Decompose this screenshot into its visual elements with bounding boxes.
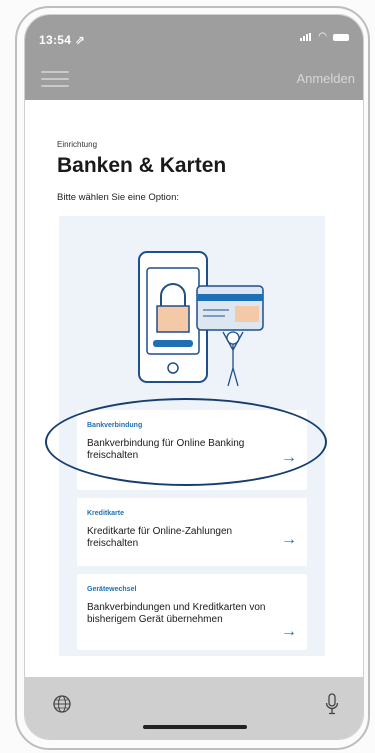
option-category: Gerätewechsel bbox=[87, 586, 137, 593]
option-description: Kreditkarte für Online-Zahlungen freisch… bbox=[87, 526, 233, 549]
phone-screen: 13:54 ⇗ ◠ Anmelden Einrichtung Banken & … bbox=[24, 14, 364, 740]
keyboard-bottom-bar bbox=[25, 677, 363, 739]
option-card-geraetewechsel[interactable]: Gerätewechsel Bankverbindungen und Kredi… bbox=[77, 574, 307, 650]
status-time: 13:54 ⇗ bbox=[39, 33, 86, 47]
option-card-bankverbindung[interactable]: Bankverbindung Bankverbindung für Online… bbox=[77, 410, 307, 490]
option-description: Bankverbindung für Online Banking freisc… bbox=[87, 438, 245, 461]
wifi-icon: ◠ bbox=[318, 31, 327, 42]
arrow-right-icon: → bbox=[281, 623, 297, 640]
hamburger-menu-icon[interactable] bbox=[41, 71, 69, 87]
option-category: Bankverbindung bbox=[87, 422, 143, 429]
section-eyebrow: Einrichtung bbox=[57, 140, 98, 149]
page-title: Banken & Karten bbox=[57, 154, 227, 177]
signal-icon bbox=[300, 33, 312, 41]
globe-icon[interactable] bbox=[53, 695, 71, 713]
phone-card-illustration bbox=[138, 251, 264, 387]
option-category: Kreditkarte bbox=[87, 510, 124, 517]
credit-card-icon bbox=[196, 285, 264, 331]
options-panel: Bankverbindung Bankverbindung für Online… bbox=[59, 216, 325, 656]
login-button[interactable]: Anmelden bbox=[296, 71, 355, 86]
arrow-right-icon: → bbox=[281, 449, 297, 466]
top-bar: 13:54 ⇗ ◠ Anmelden bbox=[25, 15, 363, 100]
option-card-kreditkarte[interactable]: Kreditkarte Kreditkarte für Online-Zahlu… bbox=[77, 498, 307, 566]
page-subtitle: Bitte wählen Sie eine Option: bbox=[57, 192, 179, 203]
arrow-right-icon: → bbox=[281, 531, 297, 548]
home-indicator bbox=[143, 725, 247, 729]
status-icons: ◠ bbox=[300, 31, 349, 42]
option-description: Bankverbindungen und Kreditkarten von bi… bbox=[87, 602, 266, 625]
battery-icon bbox=[333, 33, 349, 41]
microphone-icon[interactable] bbox=[325, 693, 339, 715]
